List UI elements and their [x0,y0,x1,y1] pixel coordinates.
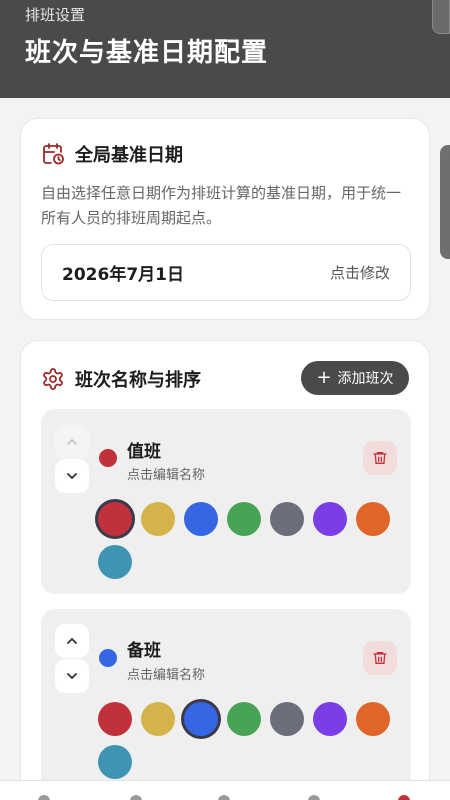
chevron-down-icon [67,673,77,680]
shifts-header: 班次名称与排序 [41,366,201,392]
shift-name-hint: 点击编辑名称 [127,668,206,683]
side-drawer-handle[interactable] [440,145,450,259]
plus-icon: + [316,367,332,388]
shift-item: 值班 点击编辑名称 [41,409,411,594]
header-subtitle: 排班设置 [25,6,86,24]
color-swatch[interactable] [184,702,218,736]
color-swatch[interactable] [98,545,132,579]
color-swatch[interactable] [270,502,304,536]
shifts-title: 班次名称与排序 [75,370,201,391]
color-swatch[interactable] [270,702,304,736]
color-swatch[interactable] [98,745,132,779]
base-date-picker[interactable]: 2026年7月1日 点击修改 [41,244,411,301]
shift-name[interactable]: 值班 [127,437,161,462]
move-up-button[interactable] [55,624,89,658]
chevron-down-icon [67,473,77,480]
color-swatch[interactable] [141,702,175,736]
chevron-up-icon [67,438,77,445]
shift-item: 备班 点击编辑名称 [41,609,411,800]
calendar-clock-icon [41,142,65,166]
shift-name[interactable]: 备班 [127,636,161,661]
bottom-nav [0,780,450,800]
delete-shift-button[interactable] [363,441,397,475]
nav-item[interactable] [308,795,320,800]
add-shift-button[interactable]: + 添加班次 [301,361,409,395]
gear-icon [41,367,65,391]
chevron-up-icon [67,637,77,644]
color-swatch[interactable] [227,502,261,536]
page-title: 班次与基准日期配置 [25,38,269,68]
trash-icon [373,652,387,664]
color-swatch[interactable] [184,502,218,536]
shifts-card: 班次名称与排序 + 添加班次 值班 点击编辑名称 备班 点击编辑名称 [20,340,430,800]
nav-item[interactable] [218,795,230,800]
shift-color-dot [99,449,117,467]
app-header: 排班设置 班次与基准日期配置 [0,0,450,98]
color-swatch[interactable] [141,502,175,536]
base-date-value: 2026年7月1日 [62,265,184,285]
color-swatch[interactable] [356,702,390,736]
color-swatch[interactable] [356,502,390,536]
delete-shift-button[interactable] [363,641,397,675]
trash-icon [373,452,387,464]
move-down-button[interactable] [55,459,89,493]
base-date-header: 全局基准日期 [41,141,183,167]
shift-name-hint: 点击编辑名称 [127,468,206,483]
base-date-description: 自由选择任意日期作为排班计算的基准日期，用于统一所有人员的排班周期起点。 [41,184,402,227]
nav-item[interactable] [130,795,142,800]
nav-item[interactable] [38,795,50,800]
color-swatch[interactable] [227,702,261,736]
move-down-button[interactable] [55,659,89,693]
shift-color-dot [99,649,117,667]
add-shift-label: 添加班次 [337,371,394,387]
nav-item-active[interactable] [398,795,410,800]
move-up-button[interactable] [55,425,89,459]
color-swatch[interactable] [98,502,132,536]
base-date-title: 全局基准日期 [75,145,183,166]
color-swatch[interactable] [313,502,347,536]
base-date-card: 全局基准日期 自由选择任意日期作为排班计算的基准日期，用于统一所有人员的排班周期… [20,118,430,320]
base-date-edit-label: 点击修改 [329,264,390,282]
color-swatch[interactable] [98,702,132,736]
edge-tab[interactable] [432,0,450,34]
color-swatch[interactable] [313,702,347,736]
